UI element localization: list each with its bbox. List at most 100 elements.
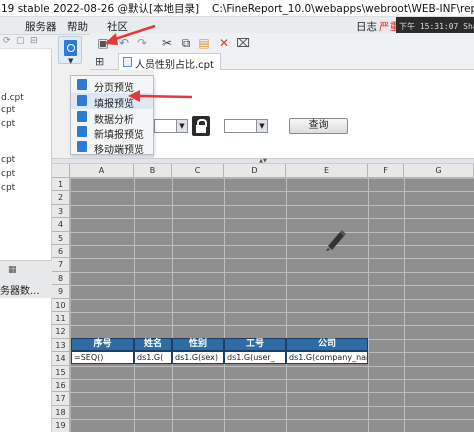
header-cell-seq[interactable]: 序号 bbox=[71, 338, 134, 351]
tab-report-file[interactable]: 人员性别占比.cpt bbox=[118, 53, 221, 71]
value-cell-employee-id[interactable]: ds1.G(user_ bbox=[224, 351, 286, 364]
column-header[interactable]: C bbox=[172, 164, 224, 178]
chevron-down-icon[interactable]: ▼ bbox=[68, 57, 73, 65]
tree-file-item[interactable]: cpt bbox=[1, 119, 15, 129]
preview-button[interactable]: ▼ bbox=[58, 36, 82, 65]
tree-file-item[interactable]: cpt bbox=[1, 169, 15, 179]
tree-file-item[interactable]: cpt bbox=[1, 183, 15, 193]
row-header[interactable]: 11 bbox=[52, 312, 70, 326]
row-header[interactable]: 19 bbox=[52, 419, 70, 432]
row-header[interactable]: 13 bbox=[52, 338, 70, 353]
grid-column-line bbox=[172, 178, 173, 432]
menu-item-data-analysis[interactable]: 数据分析 bbox=[71, 109, 153, 126]
row-header[interactable]: 1 bbox=[52, 178, 70, 192]
menu-help[interactable]: 帮助 bbox=[67, 19, 88, 34]
value-cell-seq[interactable]: =SEQ() bbox=[71, 351, 134, 364]
template-tab-bar: ⊞ 人员性别占比.cpt bbox=[90, 53, 474, 71]
menu-item-mobile-preview[interactable]: 移动端预览 bbox=[71, 139, 153, 156]
row-header[interactable]: 2 bbox=[52, 191, 70, 205]
grid-cells[interactable] bbox=[70, 178, 474, 432]
tree-file-item[interactable]: cpt bbox=[1, 155, 15, 165]
lock-icon[interactable] bbox=[192, 116, 210, 136]
cut-icon[interactable]: ✂ bbox=[160, 36, 174, 50]
row-header[interactable]: 5 bbox=[52, 231, 70, 245]
row-header[interactable]: 14 bbox=[52, 352, 70, 366]
tree-folder-icon[interactable]: ▢ bbox=[16, 36, 25, 46]
column-header[interactable]: A bbox=[70, 164, 134, 178]
row-header[interactable]: 17 bbox=[52, 392, 70, 406]
paste-icon[interactable]: ▤ bbox=[197, 36, 211, 50]
chevron-down-icon[interactable]: ▼ bbox=[256, 120, 267, 132]
grid-row-line bbox=[70, 365, 474, 367]
log-label[interactable]: 日志 bbox=[356, 19, 377, 34]
column-header[interactable]: G bbox=[404, 164, 474, 178]
row-header[interactable]: 4 bbox=[52, 218, 70, 232]
row-header[interactable]: 3 bbox=[52, 204, 70, 219]
menu-item-label: 移动端预览 bbox=[94, 145, 144, 156]
tree-file-item[interactable]: d.cpt bbox=[1, 93, 24, 103]
fill-preview-icon bbox=[77, 95, 87, 106]
title-version: 19 stable 2022-08-26 @默认[本地目录] bbox=[1, 3, 200, 15]
title-file-path: C:\FineReport_10.0\webapps\webroot\WEB-I… bbox=[212, 3, 474, 15]
row-header[interactable]: 10 bbox=[52, 298, 70, 312]
grid-row-line bbox=[70, 419, 474, 421]
format-painter-icon[interactable]: ⌧ bbox=[236, 36, 250, 50]
grid-row-line bbox=[70, 392, 474, 394]
row-header[interactable]: 16 bbox=[52, 379, 70, 393]
param-combo-2[interactable]: ▼ bbox=[224, 119, 268, 133]
dataset-grid-icon[interactable]: ▦ bbox=[8, 265, 17, 275]
grid-row-line bbox=[70, 191, 474, 193]
grid-column-line bbox=[134, 178, 135, 432]
column-header[interactable]: D bbox=[224, 164, 286, 178]
value-cell-company[interactable]: ds1.G(company_name bbox=[286, 351, 368, 364]
header-cell-gender[interactable]: 性别 bbox=[172, 338, 224, 351]
tree-file-item[interactable]: cpt bbox=[1, 105, 15, 115]
grid-corner[interactable] bbox=[52, 164, 70, 178]
tree-expand-icon[interactable]: ⊟ bbox=[30, 36, 38, 46]
grid-row-line bbox=[70, 245, 474, 246]
annotation-arrow-top bbox=[104, 24, 156, 45]
grid-row-line bbox=[70, 405, 474, 407]
value-cell-name[interactable]: ds1.G( bbox=[134, 351, 172, 364]
row-header[interactable]: 8 bbox=[52, 271, 70, 286]
copy-icon[interactable]: ⧉ bbox=[179, 36, 193, 50]
menu-item-new-fill-preview[interactable]: 新填报预览 bbox=[71, 124, 153, 141]
row-header[interactable]: 12 bbox=[52, 325, 70, 339]
grid-column-line bbox=[224, 178, 225, 432]
new-fill-preview-icon bbox=[77, 126, 87, 137]
report-grid: A B C D E F G 1 2 3 4 5 6 7 8 9 10 11 12 13 14 15 16 17 1… bbox=[52, 164, 474, 432]
column-header[interactable]: B bbox=[134, 164, 172, 178]
grid-icon[interactable]: ⊞ bbox=[95, 55, 104, 68]
header-cell-company[interactable]: 公司 bbox=[286, 338, 368, 351]
row-header[interactable]: 9 bbox=[52, 285, 70, 299]
paged-preview-icon bbox=[77, 79, 87, 90]
grid-row-line bbox=[70, 298, 474, 300]
grid-column-line bbox=[404, 178, 405, 432]
row-header[interactable]: 7 bbox=[52, 258, 70, 272]
row-header[interactable]: 6 bbox=[52, 245, 70, 259]
column-header[interactable]: E bbox=[286, 164, 368, 178]
grid-row-line bbox=[70, 218, 474, 220]
chevron-down-icon[interactable]: ▼ bbox=[176, 120, 187, 132]
preview-mode-menu: 分页预览 填报预览 数据分析 新填报预览 移动端预览 bbox=[70, 75, 154, 156]
grid-row-line bbox=[70, 285, 474, 287]
row-header[interactable]: 15 bbox=[52, 365, 70, 379]
grid-row-line bbox=[70, 231, 474, 233]
preview-icon bbox=[64, 40, 77, 56]
header-cell-name[interactable]: 姓名 bbox=[134, 338, 172, 351]
tree-refresh-icon[interactable]: ⟳ bbox=[3, 36, 11, 46]
column-header[interactable]: F bbox=[368, 164, 404, 178]
param-combo-1[interactable]: ▼ bbox=[154, 119, 188, 133]
grid-row-line bbox=[70, 312, 474, 313]
tree-toolbar: ⟳ ▢ ⊟ bbox=[0, 35, 52, 49]
mobile-preview-icon bbox=[77, 141, 87, 152]
server-dataset-label[interactable]: 务器数... bbox=[0, 282, 40, 297]
query-button[interactable]: 查询 bbox=[289, 118, 348, 134]
grid-row-line bbox=[70, 325, 474, 327]
delete-icon[interactable]: ✕ bbox=[217, 36, 231, 50]
server-dataset-panel: ▦ 务器数... bbox=[0, 260, 52, 298]
row-header[interactable]: 18 bbox=[52, 405, 70, 420]
header-cell-employee-id[interactable]: 工号 bbox=[224, 338, 286, 351]
menu-server[interactable]: 服务器 bbox=[25, 19, 57, 34]
value-cell-gender[interactable]: ds1.G(sex) bbox=[172, 351, 224, 364]
